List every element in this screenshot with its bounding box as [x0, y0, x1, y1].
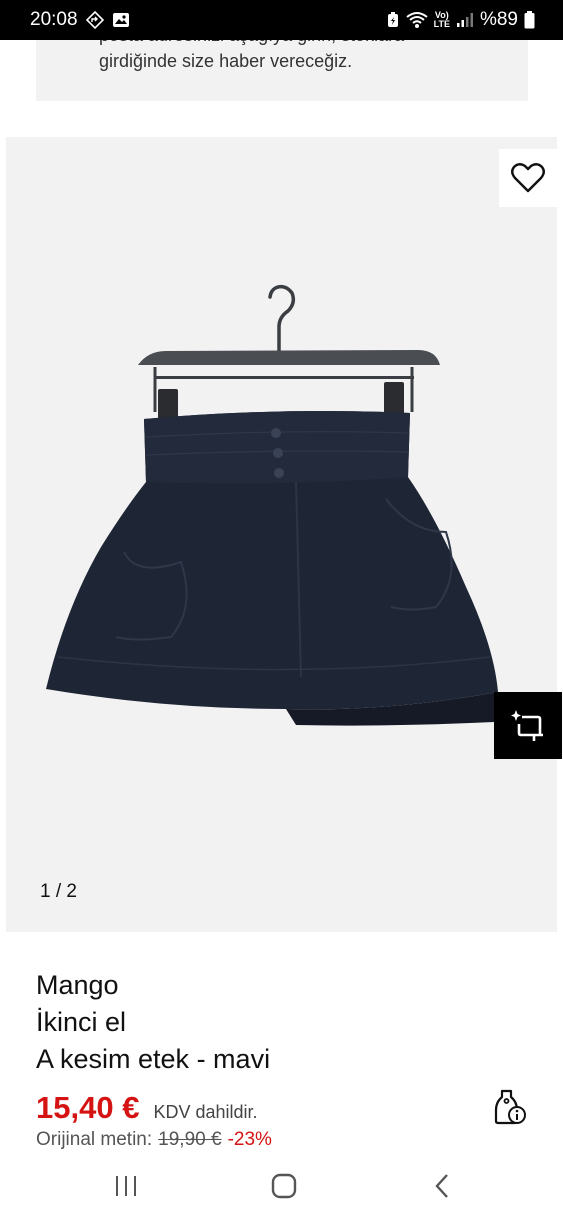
- recents-icon: [116, 1176, 136, 1196]
- original-price: 19,90 €: [158, 1129, 222, 1150]
- status-right: Vo) LTE %89: [386, 9, 535, 31]
- product-image-gallery[interactable]: 1 / 2: [6, 137, 557, 932]
- signal-icon: [456, 12, 474, 28]
- vat-note: KDV dahildir.: [153, 1102, 258, 1122]
- skirt-button-1: [271, 428, 281, 438]
- recents-button[interactable]: [110, 1170, 142, 1202]
- price-row: 15,40 € KDV dahildir.: [36, 1090, 258, 1126]
- skirt-button-3: [274, 468, 284, 478]
- hanger-rod: [154, 376, 414, 379]
- status-bar: 20:08 Vo) LTE %89: [0, 0, 563, 40]
- home-button[interactable]: [268, 1170, 300, 1202]
- heart-outline-icon: [511, 163, 545, 193]
- price-info-button[interactable]: [492, 1088, 528, 1131]
- status-left: 20:08: [30, 9, 130, 31]
- product-image: [46, 284, 498, 726]
- visual-search-button[interactable]: [494, 692, 562, 759]
- product-title: A kesim etek - mavi: [36, 1044, 271, 1074]
- price-tag-info-icon: [494, 1089, 526, 1125]
- lte-label: LTE: [433, 19, 450, 29]
- system-navigation-bar: [0, 1152, 563, 1219]
- product-brand[interactable]: Mango: [36, 966, 119, 1004]
- original-price-label: Orijinal metin:: [36, 1129, 153, 1150]
- skirt-button-2: [273, 448, 283, 458]
- home-icon: [271, 1173, 297, 1199]
- status-time: 20:08: [30, 9, 78, 30]
- back-button[interactable]: [426, 1170, 458, 1202]
- battery-icon: [524, 11, 535, 29]
- original-price-row: Orijinal metin: 19,90 € -23%: [36, 1129, 272, 1151]
- battery-saver-icon: [386, 11, 400, 29]
- crop-sparkle-icon: [511, 709, 543, 741]
- navigation-notification-icon: [85, 11, 104, 29]
- notice-line-2: girdiğinde size haber vereceğiz.: [99, 51, 353, 71]
- favorite-button[interactable]: [499, 149, 557, 207]
- product-condition: İkinci el: [36, 1007, 127, 1037]
- product-price: 15,40 €: [36, 1090, 140, 1125]
- hanger-hook: [268, 284, 296, 354]
- battery-percent: %89: [479, 9, 518, 30]
- hanger-bar: [138, 350, 440, 365]
- volte-indicator: Vo) LTE: [434, 11, 450, 29]
- wifi-icon: [406, 11, 428, 29]
- gallery-notification-icon: [112, 12, 130, 28]
- image-counter: 1 / 2: [40, 881, 77, 902]
- discount-badge: -23%: [227, 1129, 272, 1150]
- back-icon: [435, 1174, 448, 1198]
